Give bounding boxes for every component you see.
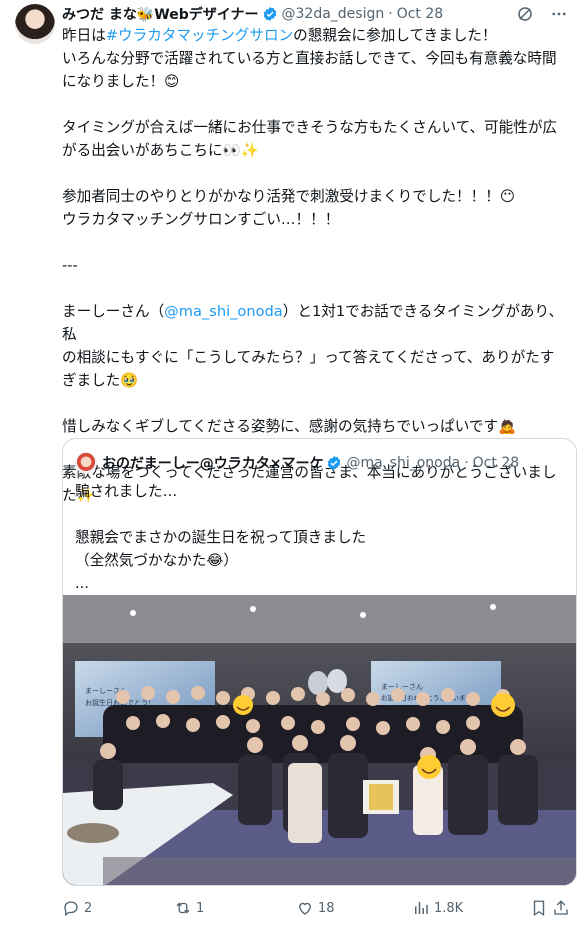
- repost-button[interactable]: 1: [174, 899, 204, 917]
- quote-line: （全然気づかなかた😂）: [75, 552, 238, 569]
- tweet-line: タイミングが合えば一緒にお仕事できそうな方もたくさんいて、可能性が広: [62, 119, 558, 136]
- tweet-line: 昨日は#ウラカタマッチングサロンの懇親会に参加してきました！: [62, 27, 497, 44]
- tweet-line: まーしーさん（@ma_shi_onoda）と1対1でお話できるタイミングがあり、…: [62, 303, 564, 343]
- author-name[interactable]: みつだ まな🐝Webデザイナー: [62, 4, 259, 24]
- tweet-line: ウラカタマッチングサロンすごい…！！！: [62, 211, 340, 228]
- bookmark-icon: [533, 900, 545, 917]
- tweet-line: ---: [62, 257, 78, 274]
- tweet-line: がる出会いがあちこちに👀✨: [62, 142, 259, 159]
- tweet-line: 惜しみなくギブしてくださる姿勢に、感謝の気持ちでいっぱいです🙇: [62, 418, 517, 435]
- action-bar: 2 1 18 1.8K: [62, 897, 568, 919]
- group-photo[interactable]: まーしーさん お誕生日おめでとう！ まーしーさん お誕生日おめでとうございます: [63, 595, 577, 886]
- tweet-line: ぎました🥹: [62, 372, 139, 389]
- share-button[interactable]: [552, 899, 570, 917]
- tweet-line: 参加者同士のやりとりがかなり活発で刺激受けまくりでした！！！😶: [62, 188, 516, 205]
- quote-text: 騙されました… 懇親会でまさかの誕生日を祝って頂きました （全然気づかなかた😂）…: [75, 480, 366, 595]
- reply-count: 2: [84, 900, 93, 916]
- like-count: 18: [318, 900, 335, 916]
- face-sticker-icon: [491, 693, 515, 717]
- quote-author-avatar: [75, 452, 97, 474]
- repost-count: 1: [196, 900, 205, 916]
- quote-header: おのだまーしー@ウラカタ×マーケ @ma_shi_onoda · Oct 28: [75, 452, 519, 474]
- hashtag-link[interactable]: #ウラカタマッチングサロン: [106, 27, 293, 44]
- more-icon[interactable]: [550, 5, 568, 23]
- share-icon: [554, 900, 568, 915]
- tweet-line: になりました！😊: [62, 73, 180, 90]
- quoted-tweet[interactable]: おのだまーしー@ウラカタ×マーケ @ma_shi_onoda · Oct 28 …: [62, 438, 577, 886]
- tweet-header: みつだ まな🐝Webデザイナー @32da_design · Oct 28: [62, 4, 568, 24]
- tweet-line: の相談にもすぐに「こうしてみたら？」って答えてくださって、ありがたす: [62, 349, 555, 366]
- views-button[interactable]: 1.8K: [412, 899, 463, 917]
- quote-line: 懇親会でまさかの誕生日を祝って頂きました: [75, 529, 367, 546]
- separator-dot: ·: [388, 6, 393, 22]
- quote-author-name: おのだまーしー@ウラカタ×マーケ: [102, 456, 324, 472]
- tweet-line: いろんな分野で活躍されている方と直接お話しできて、今回も有意義な時間: [62, 50, 557, 67]
- author-avatar[interactable]: [15, 4, 55, 44]
- reply-button[interactable]: 2: [62, 899, 92, 917]
- tweet-date[interactable]: Oct 28: [397, 6, 443, 22]
- views-icon: [415, 902, 428, 914]
- grok-icon[interactable]: [516, 5, 534, 23]
- quote-author-handle: @ma_shi_onoda: [346, 455, 461, 471]
- separator-dot: ·: [464, 455, 469, 471]
- face-sticker-icon: [417, 755, 441, 779]
- verified-badge-icon: [328, 456, 341, 470]
- heart-icon: [299, 902, 311, 915]
- author-handle[interactable]: @32da_design: [282, 6, 385, 22]
- quote-line: [75, 503, 366, 526]
- view-count: 1.8K: [434, 900, 464, 916]
- repost-icon: [176, 902, 190, 914]
- bookmark-button[interactable]: [530, 899, 548, 917]
- quote-line: ...: [75, 575, 89, 592]
- tweet-body: 昨日は#ウラカタマッチングサロンの懇親会に参加してきました！ いろんな分野で活躍…: [62, 24, 576, 507]
- quote-date: Oct 28: [472, 455, 520, 471]
- like-button[interactable]: 18: [296, 899, 335, 917]
- mention-link[interactable]: @ma_shi_onoda: [164, 303, 283, 320]
- quote-line: 騙されました…: [75, 483, 178, 500]
- reply-icon: [64, 901, 78, 917]
- face-sticker-icon: [233, 695, 253, 715]
- verified-badge-icon: [263, 7, 276, 21]
